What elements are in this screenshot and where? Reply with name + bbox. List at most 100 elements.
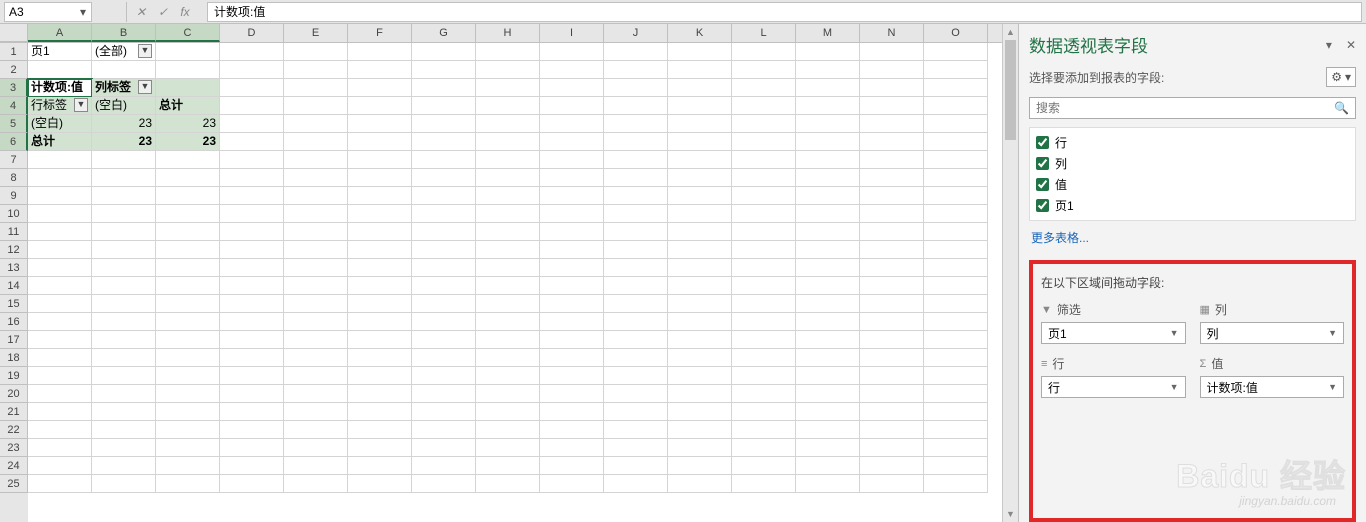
cell-I22[interactable] [540,421,604,439]
cell-E5[interactable] [284,115,348,133]
cell-N14[interactable] [860,277,924,295]
cell-E20[interactable] [284,385,348,403]
cell-F9[interactable] [348,187,412,205]
cell-G7[interactable] [412,151,476,169]
cell-L3[interactable] [732,79,796,97]
row-header-10[interactable]: 10 [0,205,28,223]
cell-C7[interactable] [156,151,220,169]
cell-K16[interactable] [668,313,732,331]
col-header-B[interactable]: B [92,24,156,42]
cell-C15[interactable] [156,295,220,313]
row-header-24[interactable]: 24 [0,457,28,475]
cell-B19[interactable] [92,367,156,385]
chevron-down-icon[interactable]: ▾ [75,3,91,21]
cell-B11[interactable] [92,223,156,241]
cell-A20[interactable] [28,385,92,403]
cell-L18[interactable] [732,349,796,367]
cell-I1[interactable] [540,43,604,61]
cell-M24[interactable] [796,457,860,475]
cell-B4[interactable]: (空白) [92,97,156,115]
cell-B2[interactable] [92,61,156,79]
cell-E21[interactable] [284,403,348,421]
cell-L19[interactable] [732,367,796,385]
rows-area-item[interactable]: 行▼ [1041,376,1186,398]
tools-button[interactable]: ⚙ ▾ [1326,67,1356,87]
cell-K23[interactable] [668,439,732,457]
cell-J24[interactable] [604,457,668,475]
grid-cells[interactable]: 页1(全部)▼计数项:值列标签▼行标签▼(空白)总计(空白)2323总计2323 [28,43,1002,522]
cell-E11[interactable] [284,223,348,241]
cell-I9[interactable] [540,187,604,205]
cell-B14[interactable] [92,277,156,295]
cell-J4[interactable] [604,97,668,115]
cell-F6[interactable] [348,133,412,151]
cell-C4[interactable]: 总计 [156,97,220,115]
row-header-6[interactable]: 6 [0,133,28,151]
col-header-M[interactable]: M [796,24,860,42]
panel-menu-icon[interactable]: ▾ [1326,38,1332,52]
cell-I21[interactable] [540,403,604,421]
cell-K17[interactable] [668,331,732,349]
cell-M10[interactable] [796,205,860,223]
scroll-down-icon[interactable]: ▼ [1003,506,1018,522]
cell-O16[interactable] [924,313,988,331]
cell-A16[interactable] [28,313,92,331]
cell-D3[interactable] [220,79,284,97]
cell-O8[interactable] [924,169,988,187]
cell-I14[interactable] [540,277,604,295]
scroll-thumb[interactable] [1005,40,1016,140]
col-header-O[interactable]: O [924,24,988,42]
cell-C16[interactable] [156,313,220,331]
cell-N8[interactable] [860,169,924,187]
cell-D4[interactable] [220,97,284,115]
cell-D1[interactable] [220,43,284,61]
cell-O18[interactable] [924,349,988,367]
cell-I8[interactable] [540,169,604,187]
cell-I25[interactable] [540,475,604,493]
cell-G14[interactable] [412,277,476,295]
cell-N23[interactable] [860,439,924,457]
cell-D14[interactable] [220,277,284,295]
field-checkbox[interactable] [1036,157,1049,170]
cell-O20[interactable] [924,385,988,403]
cell-E4[interactable] [284,97,348,115]
cell-M12[interactable] [796,241,860,259]
cell-D12[interactable] [220,241,284,259]
cell-C11[interactable] [156,223,220,241]
col-header-L[interactable]: L [732,24,796,42]
cell-I15[interactable] [540,295,604,313]
cell-A5[interactable]: (空白) [28,115,92,133]
cell-B22[interactable] [92,421,156,439]
cell-H18[interactable] [476,349,540,367]
cell-E10[interactable] [284,205,348,223]
cell-H12[interactable] [476,241,540,259]
cell-L10[interactable] [732,205,796,223]
cell-O19[interactable] [924,367,988,385]
cell-K25[interactable] [668,475,732,493]
row-header-21[interactable]: 21 [0,403,28,421]
cell-G12[interactable] [412,241,476,259]
cell-A23[interactable] [28,439,92,457]
cell-D7[interactable] [220,151,284,169]
cell-G8[interactable] [412,169,476,187]
cell-L17[interactable] [732,331,796,349]
cell-E7[interactable] [284,151,348,169]
cell-N19[interactable] [860,367,924,385]
cell-K22[interactable] [668,421,732,439]
cell-F12[interactable] [348,241,412,259]
row-header-15[interactable]: 15 [0,295,28,313]
cell-H3[interactable] [476,79,540,97]
cell-H24[interactable] [476,457,540,475]
search-input[interactable] [1036,101,1334,115]
cell-I19[interactable] [540,367,604,385]
cancel-formula-icon[interactable]: ✕ [131,2,151,22]
cell-A13[interactable] [28,259,92,277]
cell-K18[interactable] [668,349,732,367]
filter-area-item[interactable]: 页1▼ [1041,322,1186,344]
cell-F19[interactable] [348,367,412,385]
cell-N16[interactable] [860,313,924,331]
cell-A21[interactable] [28,403,92,421]
cell-E25[interactable] [284,475,348,493]
col-header-J[interactable]: J [604,24,668,42]
cell-F16[interactable] [348,313,412,331]
